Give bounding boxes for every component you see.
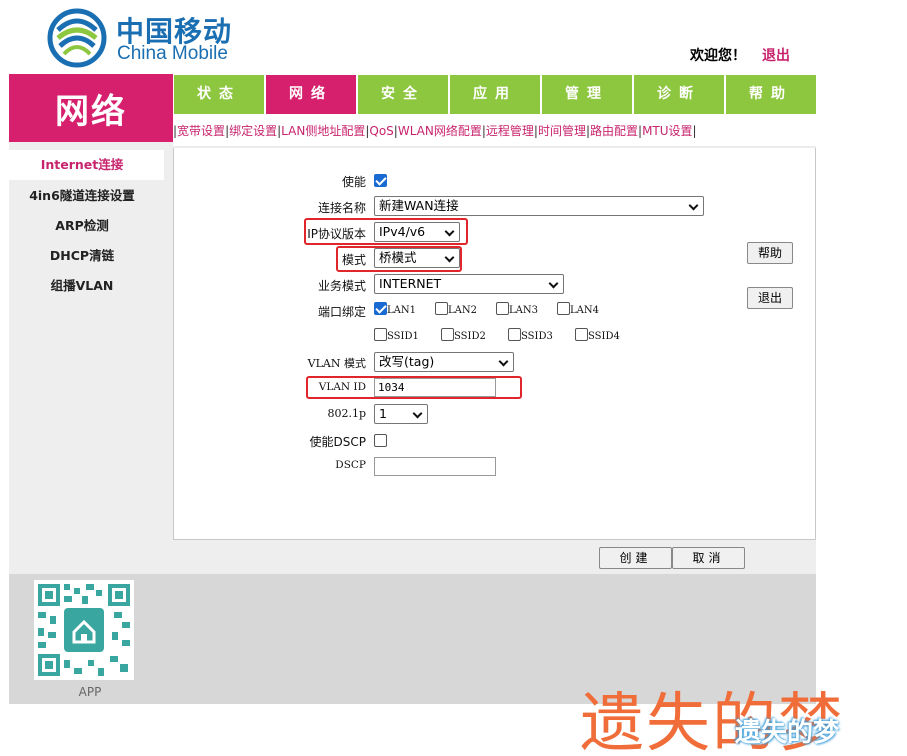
port-lan1-label: LAN1: [387, 305, 416, 316]
tab-management[interactable]: 管理: [542, 75, 632, 114]
enable-dscp-checkbox[interactable]: [374, 434, 387, 447]
port-lan3-label: LAN3: [509, 305, 538, 316]
connection-name-label: 连接名称: [317, 201, 366, 215]
sidebar-item-4in6[interactable]: 4in6隧道连接设置: [0, 182, 164, 210]
watermark-small: 遗失的梦: [735, 718, 840, 748]
subnav-time[interactable]: 时间管理: [538, 124, 586, 138]
section-title: 网络: [9, 74, 173, 142]
subnav-remote[interactable]: 远程管理: [486, 124, 534, 138]
sidebar-item-multicast-vlan[interactable]: 组播VLAN: [0, 272, 164, 300]
main-tabs: 状态 网络 安全 应用 管理 诊断 帮助: [173, 75, 816, 114]
tab-status[interactable]: 状态: [174, 75, 264, 114]
sidebar-item-dhcp[interactable]: DHCP清链: [0, 242, 164, 270]
help-button[interactable]: 帮助: [747, 242, 793, 264]
chevron-down-icon: [498, 356, 509, 367]
port-ssid4-label: SSID4: [588, 331, 620, 342]
china-mobile-logo: 中国移动 China Mobile: [46, 8, 246, 68]
tab-help[interactable]: 帮助: [726, 75, 816, 114]
create-button[interactable]: 创建: [599, 547, 672, 569]
enable-dscp-label: 使能DSCP: [309, 435, 366, 449]
subnav-binding[interactable]: 绑定设置: [229, 124, 277, 138]
qr-code: [34, 580, 134, 680]
port-lan4-label: LAN4: [570, 305, 599, 316]
subnav-lan-address[interactable]: LAN侧地址配置: [281, 124, 365, 138]
vlan-mode-label: VLAN 模式: [307, 357, 366, 370]
chevron-down-icon: [548, 278, 559, 289]
subnav-qos[interactable]: QoS: [369, 124, 393, 138]
highlight-vlan-id: [306, 376, 522, 399]
connection-name-select[interactable]: 新建WAN连接: [374, 196, 704, 216]
chevron-down-icon: [412, 408, 423, 419]
dot1p-value: 1: [379, 406, 387, 421]
port-ssid1-label: SSID1: [387, 331, 419, 342]
vlan-mode-value: 改写(tag): [379, 354, 435, 369]
enable-label: 使能: [341, 175, 366, 189]
chevron-down-icon: [688, 200, 699, 211]
enable-checkbox[interactable]: [374, 174, 387, 187]
port-lan2-label: LAN2: [448, 305, 477, 316]
highlight-mode: [336, 246, 462, 272]
tab-application[interactable]: 应用: [450, 75, 540, 114]
tab-diagnosis[interactable]: 诊断: [634, 75, 724, 114]
port-ssid2-label: SSID2: [454, 331, 486, 342]
subnav-broadband[interactable]: 宽带设置: [177, 124, 225, 138]
port-lan2-checkbox[interactable]: [435, 302, 448, 315]
port-lan1-checkbox[interactable]: [374, 302, 387, 315]
port-ssid3-checkbox[interactable]: [508, 328, 521, 341]
tab-security[interactable]: 安全: [358, 75, 448, 114]
exit-button[interactable]: 退出: [747, 287, 793, 309]
service-mode-value: INTERNET: [379, 276, 442, 291]
dscp-label: DSCP: [335, 459, 366, 471]
sidebar-item-arp[interactable]: ARP检测: [0, 212, 164, 240]
port-ssid4-checkbox[interactable]: [575, 328, 588, 341]
subnav-wlan[interactable]: WLAN网络配置: [398, 124, 482, 138]
highlight-ip-version: [304, 218, 468, 245]
vlan-mode-select[interactable]: 改写(tag): [374, 352, 514, 372]
subnav-route[interactable]: 路由配置: [590, 124, 638, 138]
port-ssid2-checkbox[interactable]: [441, 328, 454, 341]
brand-name-en: China Mobile: [117, 43, 228, 64]
port-lan4-checkbox[interactable]: [557, 302, 570, 315]
app-label: APP: [78, 685, 102, 699]
welcome-text: 欢迎您！: [690, 48, 746, 64]
port-ssid1-checkbox[interactable]: [374, 328, 387, 341]
dscp-input[interactable]: [374, 457, 496, 476]
qr-code-icon: [34, 580, 134, 680]
port-lan3-checkbox[interactable]: [496, 302, 509, 315]
service-mode-select[interactable]: INTERNET: [374, 274, 564, 294]
tab-network[interactable]: 网络: [266, 75, 356, 114]
port-ssid3-label: SSID3: [521, 331, 553, 342]
dot1p-label: 802.1p: [327, 407, 366, 420]
cancel-button[interactable]: 取消: [672, 547, 745, 569]
service-mode-label: 业务模式: [317, 279, 366, 293]
logout-link[interactable]: 退出: [762, 45, 790, 65]
subnav-mtu[interactable]: MTU设置: [642, 124, 692, 138]
sub-navigation: |宽带设置|绑定设置|LAN侧地址配置|QoS|WLAN网络配置|远程管理|时间…: [173, 124, 697, 138]
port-binding-label: 端口绑定: [317, 305, 366, 319]
sidebar-item-internet[interactable]: Internet连接: [0, 150, 164, 180]
china-mobile-logo-icon: [47, 8, 107, 68]
dot1p-select[interactable]: 1: [374, 404, 428, 424]
connection-name-value: 新建WAN连接: [379, 198, 459, 213]
